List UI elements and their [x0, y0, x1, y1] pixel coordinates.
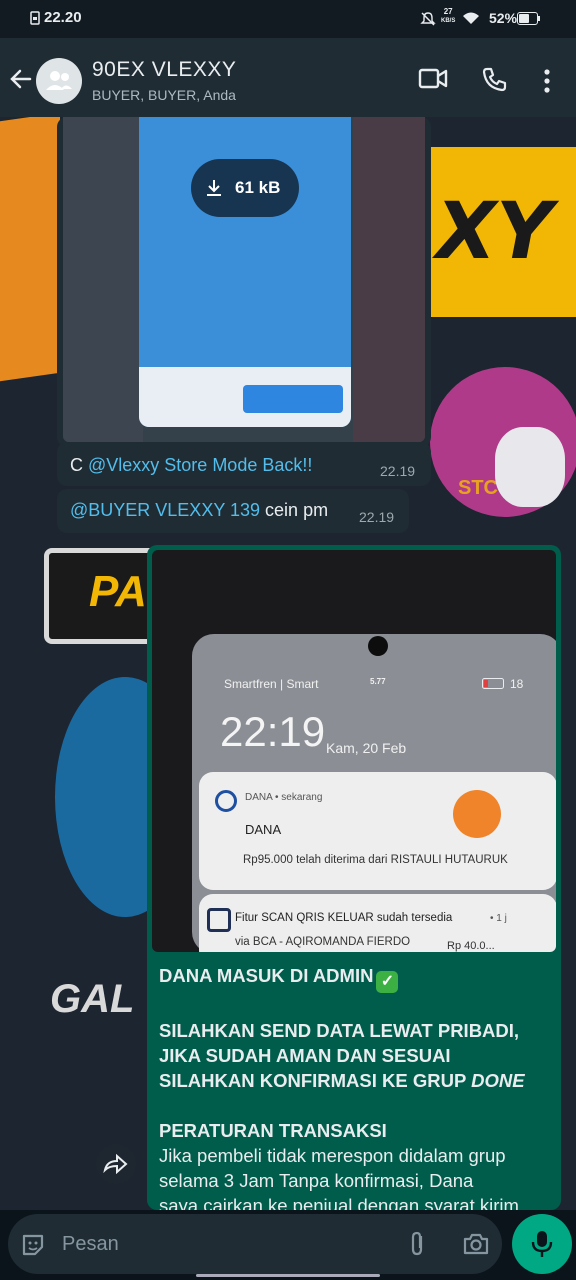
- camera-icon[interactable]: [462, 1232, 490, 1256]
- phone-screenshot[interactable]: Smartfren | Smart 5.77 18 22:19 Kam, 20 …: [152, 550, 556, 952]
- sim-file-icon: [30, 11, 40, 25]
- chat-title[interactable]: 90EX VLEXXY: [92, 58, 236, 82]
- group-icon: [46, 71, 72, 90]
- download-icon: [207, 180, 221, 196]
- wallpaper-yellow-banner: XY: [430, 147, 576, 317]
- incoming-message[interactable]: @BUYER VLEXXY 139 cein pm 22.19: [57, 489, 409, 533]
- message-text: C @Vlexxy Store Mode Back!!: [70, 455, 313, 475]
- message-time: 22.19: [380, 463, 416, 479]
- wallpaper-mascot-face: [495, 427, 565, 507]
- battery-percent: 52%: [489, 10, 518, 26]
- wallpaper-orange-shape: [0, 117, 60, 382]
- home-indicator[interactable]: [196, 1274, 380, 1277]
- message-composer: Pesan: [8, 1214, 502, 1274]
- message-input[interactable]: Pesan: [62, 1233, 119, 1256]
- chat-subtitle[interactable]: BUYER, BUYER, Anda: [92, 87, 236, 103]
- incoming-image-bubble[interactable]: 61 kB: [57, 117, 431, 447]
- check-mark-icon: ✓: [376, 971, 399, 993]
- battery-icon: [482, 678, 504, 689]
- forward-button[interactable]: [96, 1144, 136, 1184]
- sticker-icon[interactable]: [20, 1232, 46, 1258]
- microphone-icon: [531, 1231, 553, 1257]
- status-bar: 22.20 27 KB/S 52%: [0, 0, 576, 38]
- status-time: 22.20: [44, 9, 82, 26]
- notification-card: Fitur SCAN QRIS KELUAR sudah tersedia • …: [199, 894, 556, 952]
- forward-icon: [103, 1154, 128, 1174]
- more-options-icon[interactable]: [540, 68, 554, 94]
- message-text: @BUYER VLEXXY 139 cein pm: [70, 500, 329, 520]
- network-speed: 27 KB/S: [441, 7, 456, 25]
- incoming-message[interactable]: C @Vlexxy Store Mode Back!! 22.19: [57, 442, 431, 486]
- back-arrow-icon[interactable]: [8, 66, 34, 92]
- group-avatar[interactable]: [36, 58, 82, 104]
- voice-call-icon[interactable]: [481, 66, 509, 94]
- attach-icon[interactable]: [408, 1230, 428, 1258]
- voice-record-button[interactable]: [512, 1214, 572, 1274]
- mute-icon: [420, 12, 436, 26]
- video-call-icon[interactable]: [418, 66, 448, 92]
- dana-app-icon: [453, 790, 501, 838]
- message-time: 22.19: [359, 509, 395, 525]
- mention-link[interactable]: @BUYER VLEXXY 139: [70, 500, 260, 520]
- message-caption: DANA MASUK DI ADMIN ✓ SILAHKAN SEND DATA …: [159, 965, 525, 1210]
- battery-icon: [517, 12, 540, 25]
- gesture-bar: [0, 1274, 576, 1280]
- wifi-icon: [463, 12, 479, 24]
- wallpaper-badge: PA: [44, 548, 164, 644]
- outgoing-image-bubble[interactable]: Smartfren | Smart 5.77 18 22:19 Kam, 20 …: [147, 545, 561, 1210]
- download-button[interactable]: 61 kB: [191, 159, 299, 217]
- mention-link[interactable]: @Vlexxy Store Mode Back!!: [88, 455, 312, 475]
- notification-card: DANA • sekarang DANA Rp95.000 telah dite…: [199, 772, 556, 890]
